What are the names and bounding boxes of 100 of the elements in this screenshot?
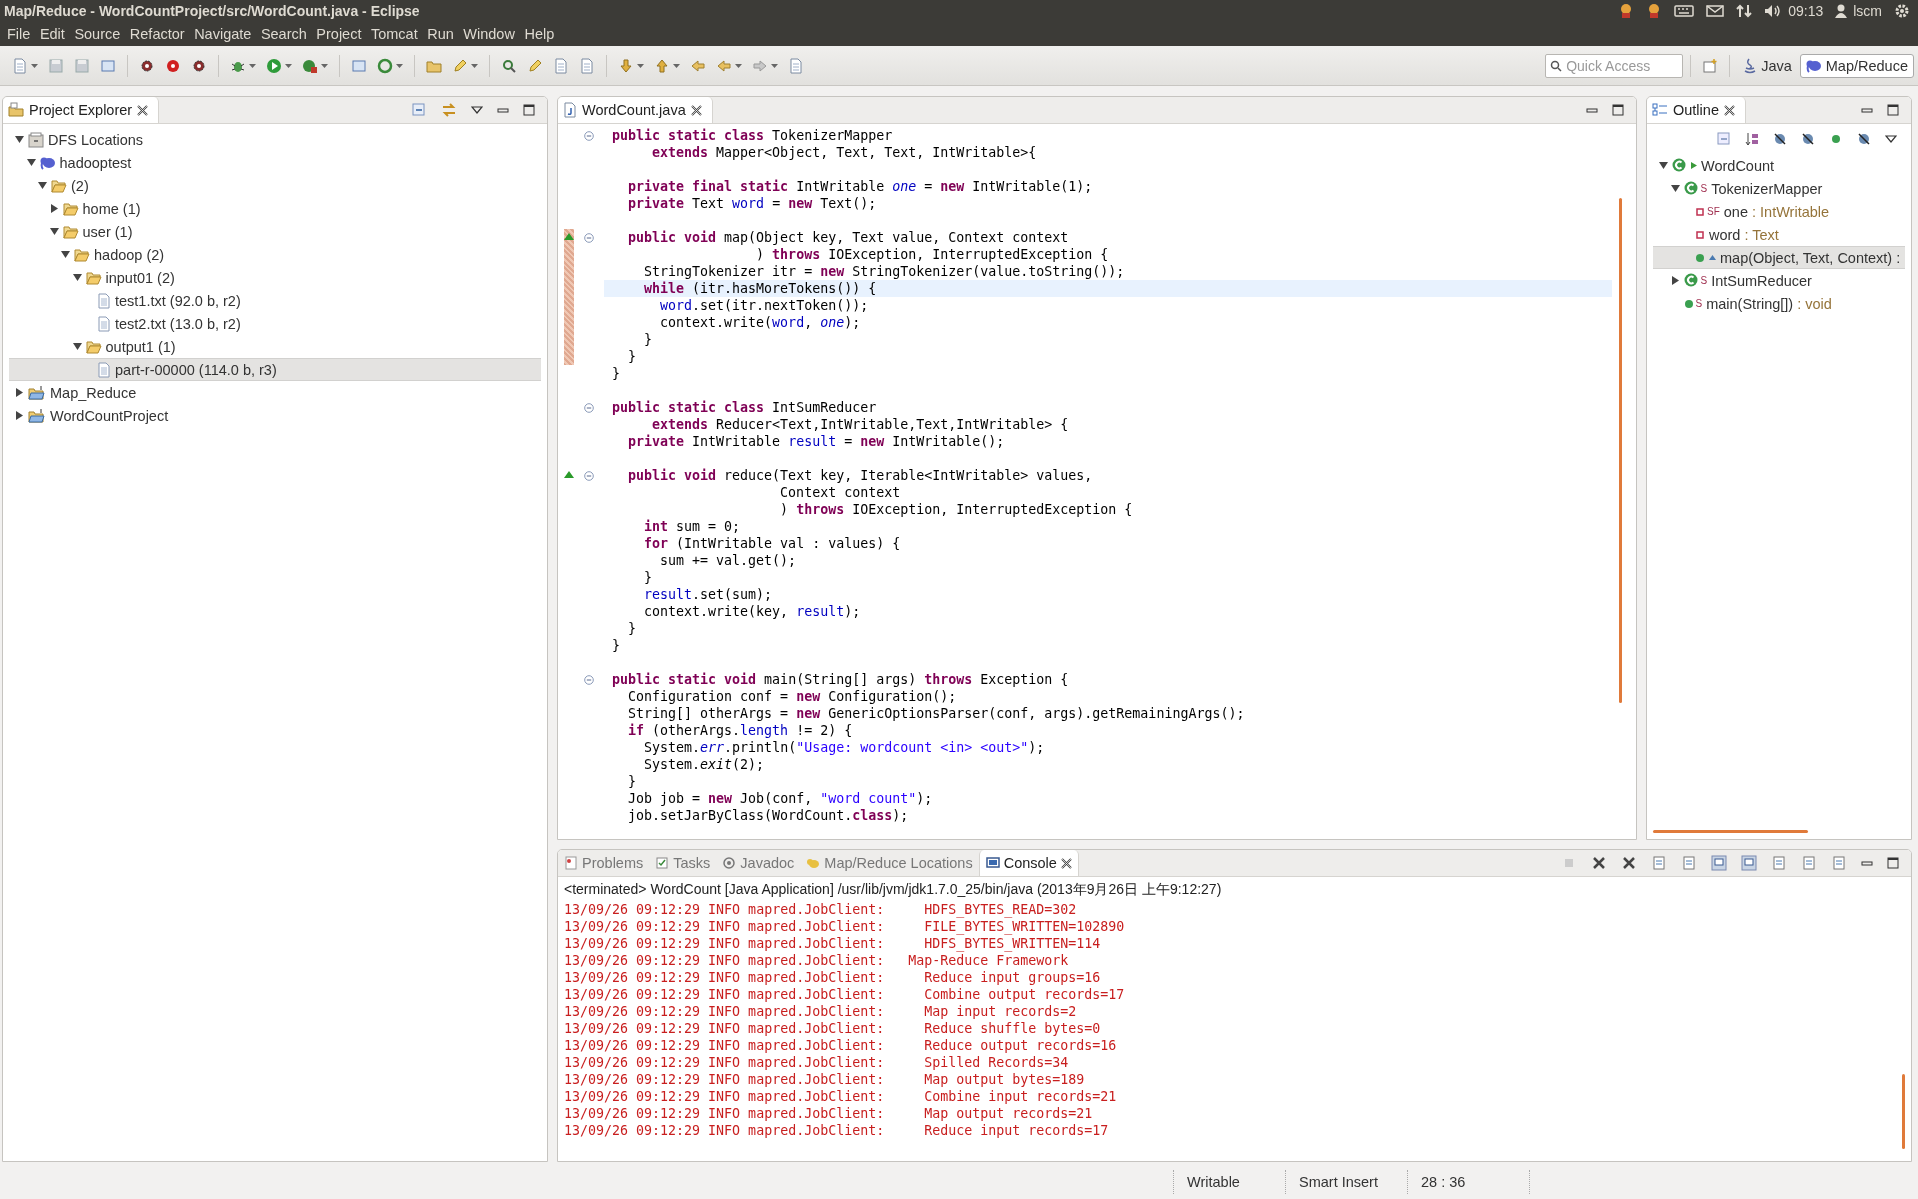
- volume-icon[interactable]: [1764, 3, 1783, 19]
- network-icon[interactable]: [1736, 3, 1753, 19]
- tree-item[interactable]: hadooptest: [9, 151, 541, 174]
- override-triangle-icon[interactable]: [564, 233, 574, 240]
- menu-item[interactable]: Tomcat: [367, 26, 425, 42]
- maximize-icon[interactable]: [1612, 104, 1624, 116]
- sort-icon[interactable]: [1745, 132, 1759, 146]
- user-icon[interactable]: [1835, 4, 1848, 18]
- mail-icon[interactable]: [1706, 4, 1725, 18]
- view-menu-icon[interactable]: [1885, 135, 1897, 143]
- outline-item[interactable]: WordCount: [1653, 154, 1905, 177]
- filter-icon[interactable]: [1857, 132, 1871, 146]
- expanded-arrow-icon[interactable]: [26, 158, 36, 167]
- class-icon: [1672, 158, 1687, 173]
- expanded-arrow-icon[interactable]: [1659, 161, 1668, 170]
- close-all-icon[interactable]: [1621, 855, 1637, 871]
- close-icon[interactable]: [690, 104, 702, 116]
- quick-access-field[interactable]: Quick Access: [1545, 53, 1684, 78]
- expanded-arrow-icon[interactable]: [49, 227, 59, 236]
- tree-item[interactable]: user (1): [9, 220, 541, 243]
- tree-item[interactable]: WordCountProject: [9, 404, 541, 427]
- user-name[interactable]: lscm: [1853, 3, 1882, 19]
- menu-item[interactable]: Window: [460, 26, 522, 42]
- scrollbar[interactable]: [1902, 1074, 1905, 1149]
- filter-icon[interactable]: [1773, 132, 1787, 146]
- collapsed-arrow-icon[interactable]: [15, 388, 24, 397]
- view-menu-icon[interactable]: [471, 106, 483, 114]
- perspective-button[interactable]: Java: [1737, 53, 1798, 78]
- collapsed-arrow-icon[interactable]: [1670, 276, 1680, 285]
- perspective-button[interactable]: Map/Reduce: [1799, 53, 1914, 78]
- search-icon: [501, 57, 517, 74]
- close-icon[interactable]: [137, 104, 149, 116]
- console-line: 13/09/26 09:12:29 INFO mapred.JobClient: Reduce shuffle bytes=0: [564, 1020, 1102, 1037]
- view-tab[interactable]: Outline: [1647, 97, 1746, 123]
- view-tab[interactable]: Tasks: [649, 850, 717, 876]
- tree-item[interactable]: test2.txt (13.0 b, r2): [9, 312, 541, 335]
- expanded-arrow-icon[interactable]: [15, 135, 24, 144]
- fold-icon[interactable]: [584, 232, 594, 243]
- tree-item[interactable]: test1.txt (92.0 b, r2): [9, 289, 541, 312]
- keyboard-icon[interactable]: [1674, 4, 1695, 18]
- tree-item[interactable]: hadoop (2): [9, 243, 541, 266]
- tree-item[interactable]: Map_Reduce: [9, 381, 541, 404]
- tree-label: test1.txt (92.0 b, r2): [115, 292, 241, 309]
- close-icon[interactable]: [1591, 855, 1607, 871]
- display-icon[interactable]: [1711, 855, 1727, 871]
- collapse-all-icon[interactable]: [411, 102, 427, 118]
- tree-item[interactable]: output1 (1): [9, 335, 541, 358]
- menu-item[interactable]: Edit: [36, 26, 72, 42]
- menu-item[interactable]: Navigate: [191, 26, 258, 42]
- override-triangle-icon[interactable]: [564, 471, 574, 478]
- console-line: 13/09/26 09:12:29 INFO mapred.JobClient: Map input records=2: [564, 1003, 1078, 1020]
- outline-item[interactable]: map(Object, Text, Context) :: [1653, 246, 1905, 269]
- editor-tab[interactable]: WordCount.java: [558, 97, 713, 123]
- tree-item[interactable]: (2): [9, 174, 541, 197]
- maximize-icon[interactable]: [523, 104, 535, 116]
- menu-item[interactable]: Help: [521, 26, 561, 42]
- fold-icon[interactable]: [584, 470, 594, 481]
- menu-item[interactable]: Run: [424, 26, 461, 42]
- settings-icon[interactable]: [1894, 3, 1910, 19]
- modifier-label: S: [1700, 275, 1708, 286]
- filter-icon[interactable]: [1801, 132, 1815, 146]
- outline-item[interactable]: word : Text: [1653, 223, 1905, 246]
- tree-item[interactable]: input01 (2): [9, 266, 541, 289]
- menu-item[interactable]: Refactor: [126, 26, 192, 42]
- fold-icon[interactable]: [584, 130, 594, 141]
- menu-item[interactable]: File: [4, 26, 37, 42]
- display-icon[interactable]: [1741, 855, 1757, 871]
- menu-item[interactable]: Project: [313, 26, 368, 42]
- expanded-arrow-icon[interactable]: [72, 342, 82, 351]
- tree-item[interactable]: part-r-00000 (114.0 b, r3): [9, 358, 541, 381]
- fold-icon[interactable]: [584, 402, 594, 413]
- expanded-arrow-icon[interactable]: [38, 181, 47, 190]
- link-icon[interactable]: [441, 102, 457, 118]
- clock[interactable]: 09:13: [1788, 3, 1824, 19]
- fold-icon[interactable]: [584, 674, 594, 685]
- collapse-icon[interactable]: [1717, 132, 1731, 146]
- maximize-icon[interactable]: [1887, 104, 1899, 116]
- console-line: 13/09/26 09:12:29 INFO mapred.JobClient: Reduce output records=16: [564, 1037, 1118, 1054]
- collapsed-arrow-icon[interactable]: [49, 204, 59, 213]
- expanded-arrow-icon[interactable]: [1670, 184, 1680, 193]
- menu-item[interactable]: Search: [257, 26, 314, 42]
- collapsed-arrow-icon[interactable]: [15, 411, 24, 420]
- maximize-icon[interactable]: [1887, 857, 1899, 869]
- scrollbar[interactable]: [1653, 830, 1808, 833]
- expanded-arrow-icon[interactable]: [61, 250, 70, 259]
- tree-item[interactable]: home (1): [9, 197, 541, 220]
- scrollbar[interactable]: [1619, 198, 1622, 703]
- view-tab[interactable]: Project Explorer: [3, 97, 160, 123]
- view-tab[interactable]: Map/Reduce Locations: [800, 850, 979, 876]
- menu-item[interactable]: Source: [71, 26, 127, 42]
- close-icon[interactable]: [1060, 857, 1072, 869]
- view-tab[interactable]: Console: [978, 850, 1079, 876]
- close-icon[interactable]: [1723, 104, 1735, 116]
- expanded-arrow-icon[interactable]: [72, 273, 82, 282]
- dot-icon[interactable]: [1829, 132, 1843, 146]
- code-line: sum += val.get();: [659, 552, 798, 569]
- view-tab[interactable]: Javadoc: [716, 850, 801, 876]
- type-label: : IntWritable: [1752, 203, 1830, 220]
- view-tab[interactable]: Problems: [558, 850, 650, 876]
- tree-item[interactable]: DFS Locations: [9, 128, 541, 151]
